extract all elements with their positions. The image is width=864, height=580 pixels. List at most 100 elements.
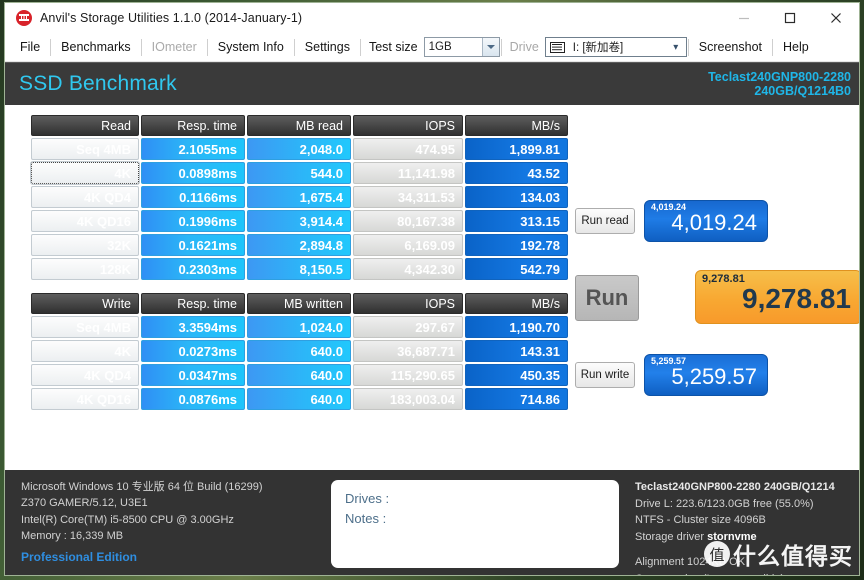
chevron-down-icon[interactable] (481, 38, 499, 56)
read-row-label[interactable]: 4K QD16 (31, 210, 139, 232)
notes-label: Notes : (345, 511, 387, 527)
read-row-resp: 0.1166ms (141, 186, 245, 208)
drive-info-spacer (635, 545, 849, 554)
run-button[interactable]: Run (575, 275, 639, 321)
close-icon[interactable] (813, 3, 859, 33)
menu-item-file[interactable]: File (11, 37, 49, 57)
system-motherboard: Z370 GAMER/5.12, U3E1 (21, 497, 148, 510)
read-header-resp-time: Resp. time (141, 115, 245, 136)
read-row-mb: 1,675.4 (247, 186, 351, 208)
menu-divider (359, 38, 361, 56)
menu-item-system-info[interactable]: System Info (209, 37, 293, 57)
benchmark-banner: SSD Benchmark Teclast240GNP800-2280 240G… (5, 62, 859, 105)
table-row: Seq 4MB 2.1055ms 2,048.0 474.95 1,899.81 (31, 138, 568, 160)
menu-item-screenshot[interactable]: Screenshot (690, 37, 771, 57)
write-row-mbs: 714.86 (465, 388, 568, 410)
write-row-label[interactable]: 4K QD4 (31, 364, 139, 386)
table-row: 4K QD16 0.0876ms 640.0 183,003.04 714.86 (31, 388, 568, 410)
write-row-label[interactable]: 4K QD16 (31, 388, 139, 410)
system-info-block: Microsoft Windows 10 专业版 64 位 Build (162… (21, 479, 331, 564)
test-size-select[interactable]: 1GB (423, 37, 500, 57)
write-table-body: Seq 4MB 3.3594ms 1,024.0 297.67 1,190.70… (31, 316, 568, 410)
read-row-iops: 34,311.53 (353, 186, 463, 208)
write-row-resp: 0.0347ms (141, 364, 245, 386)
menu-divider (293, 38, 295, 56)
read-row-iops: 11,141.98 (353, 162, 463, 184)
menu-divider (687, 38, 689, 56)
drive-capacity: Drive L: 223.6/123.0GB free (55.0%) (635, 497, 814, 510)
chevron-down-icon[interactable]: ▾ (666, 42, 686, 53)
drive-label: Drive (509, 40, 539, 54)
read-results-table: Read Resp. time MB read IOPS MB/s Seq 4M… (29, 113, 570, 282)
benchmark-tables: Read Resp. time MB read IOPS MB/s Seq 4M… (5, 105, 572, 470)
test-size-value: 1GB (428, 41, 452, 53)
read-row-resp: 0.2303ms (141, 258, 245, 280)
read-row-resp: 0.0898ms (141, 162, 245, 184)
run-write-button[interactable]: Run write (575, 362, 635, 388)
write-score-panel: 5,259.57 5,259.57 (644, 354, 768, 396)
read-row-mbs: 134.03 (465, 186, 568, 208)
write-row-iops: 36,687.71 (353, 340, 463, 362)
read-row-mb: 3,914.4 (247, 210, 351, 232)
read-row-iops: 474.95 (353, 138, 463, 160)
write-row-label[interactable]: 4K (31, 340, 139, 362)
write-row-mb: 640.0 (247, 388, 351, 410)
menu-divider (772, 38, 774, 56)
read-row-label[interactable]: 4K (30, 161, 140, 185)
drive-compression: Compression (Incompressible) (635, 571, 849, 576)
page-title: SSD Benchmark (19, 72, 177, 95)
table-row: 4K QD16 0.1996ms 3,914.4 80,167.38 313.1… (31, 210, 568, 232)
write-row-iops: 183,003.04 (353, 388, 463, 410)
write-row-mb: 640.0 (247, 340, 351, 362)
read-score-panel: 4,019.24 4,019.24 (644, 200, 768, 242)
window-title: Anvil's Storage Utilities 1.1.0 (2014-Ja… (40, 11, 303, 25)
read-row-label[interactable]: 32K (31, 234, 139, 256)
table-row: 32K 0.1621ms 2,894.8 6,169.09 192.78 (31, 234, 568, 256)
run-read-button[interactable]: Run read (575, 208, 635, 234)
device-name-banner: Teclast240GNP800-2280 240GB/Q1214B0 (708, 70, 851, 98)
controls-pane: Run read Run Run write 4,019.24 4,019.24… (572, 105, 859, 470)
write-row-resp: 3.3594ms (141, 316, 245, 338)
write-score-value: 5,259.57 (671, 363, 757, 389)
write-header-mb-written: MB written (247, 293, 351, 314)
app-window: Anvil's Storage Utilities 1.1.0 (2014-Ja… (4, 2, 860, 576)
anvil-icon (16, 10, 32, 26)
write-header-mbs: MB/s (465, 293, 568, 314)
drive-filesystem: NTFS - Cluster size 4096B (635, 514, 766, 526)
drive-select[interactable]: I: [新加卷] ▾ (544, 37, 687, 57)
read-row-mbs: 192.78 (465, 234, 568, 256)
read-header-operation: Read (31, 115, 139, 136)
read-table-header-row: Read Resp. time MB read IOPS MB/s (31, 115, 568, 136)
read-score-value: 4,019.24 (671, 209, 757, 235)
menu-item-help[interactable]: Help (774, 37, 818, 57)
read-row-iops: 4,342.30 (353, 258, 463, 280)
notes-panel[interactable]: Drives : Notes : (331, 480, 619, 568)
drives-label: Drives : (345, 491, 390, 506)
read-row-mb: 544.0 (247, 162, 351, 184)
menu-item-benchmarks[interactable]: Benchmarks (52, 37, 139, 57)
drive-storage-driver: Storage driver stornvme (635, 529, 849, 546)
read-header-mb-read: MB read (247, 115, 351, 136)
menu-divider (140, 38, 142, 56)
write-row-iops: 115,290.65 (353, 364, 463, 386)
table-row: 4K QD4 0.1166ms 1,675.4 34,311.53 134.03 (31, 186, 568, 208)
read-header-mbs: MB/s (465, 115, 568, 136)
write-table-header-row: Write Resp. time MB written IOPS MB/s (31, 293, 568, 314)
menu-bar: File Benchmarks IOmeter System Info Sett… (5, 33, 859, 62)
menu-divider (50, 38, 52, 56)
system-os: Microsoft Windows 10 专业版 64 位 Build (162… (21, 481, 263, 493)
test-size-label: Test size (368, 40, 418, 54)
system-memory: Memory : 16,339 MB (21, 529, 124, 542)
write-row-iops: 297.67 (353, 316, 463, 338)
minimize-icon[interactable] (721, 3, 767, 33)
write-row-label[interactable]: Seq 4MB (31, 316, 139, 338)
read-row-label[interactable]: 4K QD4 (31, 186, 139, 208)
drive-info-block: Teclast240GNP800-2280 240GB/Q1214 Drive … (619, 479, 849, 576)
read-row-mbs: 43.52 (465, 162, 568, 184)
drive-icon (549, 41, 565, 53)
table-row: 4K QD4 0.0347ms 640.0 115,290.65 450.35 (31, 364, 568, 386)
maximize-icon[interactable] (767, 3, 813, 33)
read-row-label[interactable]: 128K (31, 258, 139, 280)
menu-item-settings[interactable]: Settings (296, 37, 359, 57)
read-row-label[interactable]: Seq 4MB (31, 138, 139, 160)
